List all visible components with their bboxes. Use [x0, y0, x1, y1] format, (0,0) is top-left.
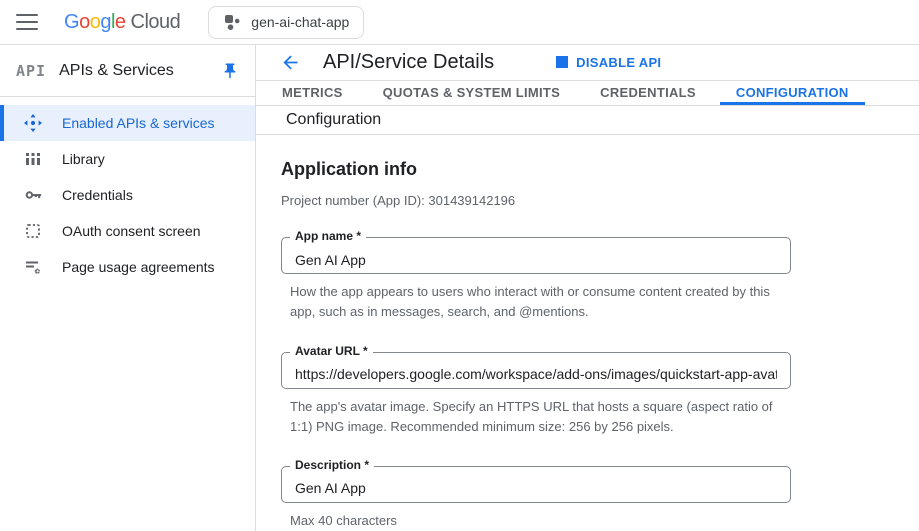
project-icon	[223, 13, 241, 31]
project-selector-label: gen-ai-chat-app	[251, 14, 349, 30]
sidebar-title: APIs & Services	[59, 62, 221, 80]
library-icon	[24, 150, 42, 168]
project-number-text: Project number (App ID): 301439142196	[281, 193, 919, 208]
stop-icon	[556, 56, 568, 68]
sidebar-item-credentials[interactable]: Credentials	[0, 177, 255, 213]
disable-api-label: DISABLE API	[576, 55, 661, 70]
sidebar-nav: Enabled APIs & services Library	[0, 97, 255, 285]
menu-icon[interactable]	[16, 14, 38, 30]
back-arrow-icon[interactable]	[280, 52, 301, 73]
page-title: API/Service Details	[323, 51, 494, 74]
section-bar: Configuration	[256, 106, 919, 136]
tab-credentials[interactable]: CREDENTIALS	[584, 81, 712, 105]
key-icon	[24, 186, 42, 204]
sidebar-item-oauth[interactable]: OAuth consent screen	[0, 213, 255, 249]
sidebar-item-enabled-apis[interactable]: Enabled APIs & services	[0, 105, 255, 141]
description-label: Description *	[290, 458, 374, 472]
configuration-content: Application info Project number (App ID)…	[256, 135, 919, 531]
sidebar-item-label: Enabled APIs & services	[62, 115, 215, 131]
enabled-apis-icon	[24, 114, 42, 132]
sidebar-item-label: Library	[62, 151, 105, 167]
avatar-url-field-group: Avatar URL * The app's avatar image. Spe…	[281, 352, 919, 437]
sidebar-item-page-usage[interactable]: Page usage agreements	[0, 249, 255, 285]
apis-services-icon: API	[16, 62, 46, 80]
topbar: Google Cloud gen-ai-chat-app	[0, 0, 919, 45]
application-info-heading: Application info	[281, 159, 919, 180]
sidebar-item-label: OAuth consent screen	[62, 223, 201, 239]
app-name-label: App name *	[290, 229, 366, 243]
main-panel: API/Service Details DISABLE API METRICS …	[256, 45, 919, 531]
oauth-consent-icon	[24, 222, 42, 240]
tab-metrics[interactable]: METRICS	[266, 81, 359, 105]
sidebar-item-label: Credentials	[62, 187, 133, 203]
avatar-url-helper: The app's avatar image. Specify an HTTPS…	[290, 397, 795, 437]
page-header: API/Service Details DISABLE API	[256, 45, 919, 81]
section-title: Configuration	[286, 111, 381, 129]
app-name-helper: How the app appears to users who interac…	[290, 282, 795, 322]
project-selector[interactable]: gen-ai-chat-app	[208, 6, 364, 39]
sidebar: API APIs & Services	[0, 45, 256, 531]
disable-api-button[interactable]: DISABLE API	[556, 55, 661, 70]
avatar-url-label: Avatar URL *	[290, 344, 373, 358]
sidebar-item-library[interactable]: Library	[0, 141, 255, 177]
app-name-field-group: App name * How the app appears to users …	[281, 237, 919, 322]
tab-bar: METRICS QUOTAS & SYSTEM LIMITS CREDENTIA…	[256, 81, 919, 106]
sidebar-header: API APIs & Services	[0, 45, 255, 97]
description-helper: Max 40 characters	[290, 511, 795, 531]
page-usage-icon	[24, 258, 42, 276]
tab-quotas[interactable]: QUOTAS & SYSTEM LIMITS	[367, 81, 577, 105]
sidebar-item-label: Page usage agreements	[62, 259, 215, 275]
cloud-wordmark: Cloud	[131, 11, 181, 34]
google-cloud-logo[interactable]: Google Cloud	[64, 11, 180, 34]
tab-configuration[interactable]: CONFIGURATION	[720, 81, 865, 105]
description-field-group: Description * Max 40 characters	[281, 466, 919, 531]
pin-icon[interactable]	[221, 62, 239, 80]
google-logo-wordmark: Google	[64, 11, 126, 34]
